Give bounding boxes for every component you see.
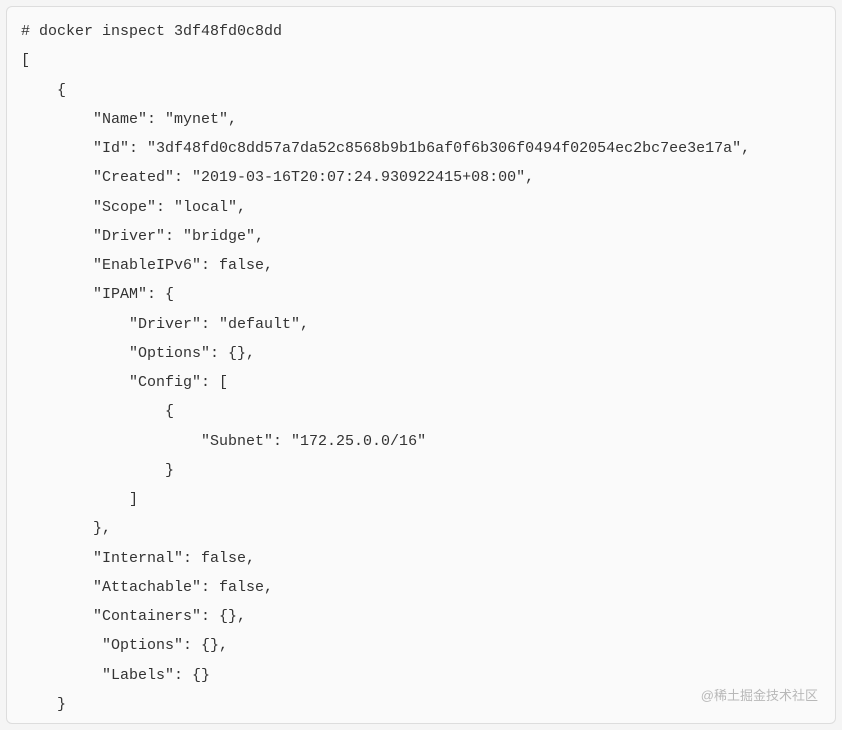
code-line: "Options": {}, xyxy=(21,339,821,368)
code-line: # docker inspect 3df48fd0c8dd xyxy=(21,17,821,46)
code-line: "Created": "2019-03-16T20:07:24.93092241… xyxy=(21,163,821,192)
code-line: ] xyxy=(21,719,821,724)
code-line: } xyxy=(21,456,821,485)
code-line: ] xyxy=(21,485,821,514)
code-line: "Name": "mynet", xyxy=(21,105,821,134)
code-line: "Subnet": "172.25.0.0/16" xyxy=(21,427,821,456)
code-line: "Scope": "local", xyxy=(21,193,821,222)
code-line: "Internal": false, xyxy=(21,544,821,573)
code-line: "Driver": "bridge", xyxy=(21,222,821,251)
code-line: }, xyxy=(21,514,821,543)
code-block: # docker inspect 3df48fd0c8dd[ { "Name":… xyxy=(6,6,836,724)
code-line: "Id": "3df48fd0c8dd57a7da52c8568b9b1b6af… xyxy=(21,134,821,163)
code-line: { xyxy=(21,397,821,426)
code-line: [ xyxy=(21,46,821,75)
code-line: "Driver": "default", xyxy=(21,310,821,339)
code-line: { xyxy=(21,76,821,105)
code-line: "EnableIPv6": false, xyxy=(21,251,821,280)
watermark-text: @稀土掘金技术社区 xyxy=(701,685,818,704)
code-line: "IPAM": { xyxy=(21,280,821,309)
code-line: "Containers": {}, xyxy=(21,602,821,631)
code-line: "Attachable": false, xyxy=(21,573,821,602)
code-line: "Config": [ xyxy=(21,368,821,397)
code-line: "Options": {}, xyxy=(21,631,821,660)
